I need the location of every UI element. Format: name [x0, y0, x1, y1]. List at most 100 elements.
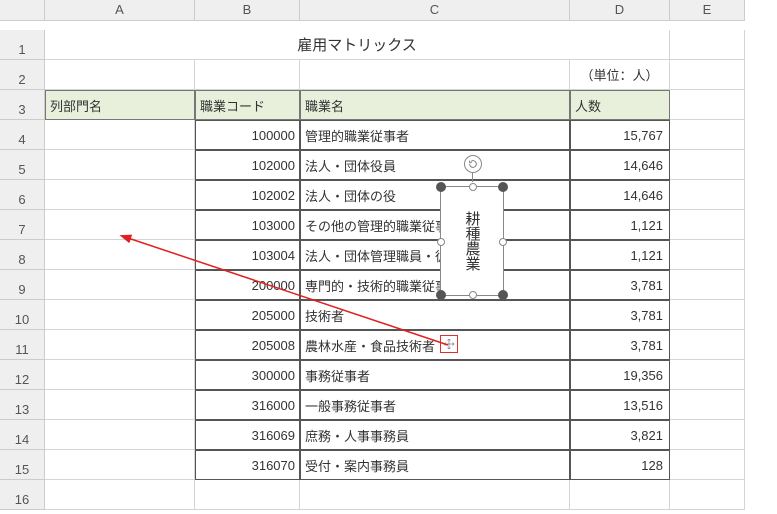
cell-E10[interactable] [670, 300, 745, 330]
cell-A7[interactable] [45, 210, 195, 240]
cell-E1[interactable] [670, 30, 745, 60]
cell-name-0[interactable]: 管理的職業従事者 [300, 120, 570, 150]
cell-B16[interactable] [195, 480, 300, 510]
cell-E12[interactable] [670, 360, 745, 390]
cell-name-8[interactable]: 事務従事者 [300, 360, 570, 390]
col-header-D[interactable]: D [570, 0, 670, 21]
cell-E11[interactable] [670, 330, 745, 360]
cell-code-2[interactable]: 102002 [195, 180, 300, 210]
cell-A6[interactable] [45, 180, 195, 210]
cell-E13[interactable] [670, 390, 745, 420]
cell-C2[interactable] [300, 60, 570, 90]
resize-handle-sw[interactable] [436, 290, 446, 300]
header-colA[interactable]: 列部門名 [45, 90, 195, 120]
row-header-5[interactable]: 5 [0, 150, 45, 180]
cell-code-3[interactable]: 103000 [195, 210, 300, 240]
cell-name-2[interactable]: 法人・団体の役 [300, 180, 570, 210]
resize-handle-w[interactable] [437, 238, 445, 246]
cell-count-7[interactable]: 3,781 [570, 330, 670, 360]
resize-handle-nw[interactable] [436, 182, 446, 192]
cell-A15[interactable] [45, 450, 195, 480]
row-header-12[interactable]: 12 [0, 360, 45, 390]
cell-name-1[interactable]: 法人・団体役員 [300, 150, 570, 180]
cell-A14[interactable] [45, 420, 195, 450]
row-header-7[interactable]: 7 [0, 210, 45, 240]
cell-code-7[interactable]: 205008 [195, 330, 300, 360]
rotate-handle-icon[interactable] [464, 155, 482, 173]
header-colD[interactable]: 人数 [570, 90, 670, 120]
cell-code-4[interactable]: 103004 [195, 240, 300, 270]
cell-A12[interactable] [45, 360, 195, 390]
title-cell[interactable]: 雇用マトリックス [45, 30, 670, 60]
resize-handle-ne[interactable] [498, 182, 508, 192]
cell-name-4[interactable]: 法人・団体管理職員・従事者 [300, 240, 570, 270]
row-header-4[interactable]: 4 [0, 120, 45, 150]
cell-A8[interactable] [45, 240, 195, 270]
cell-code-10[interactable]: 316069 [195, 420, 300, 450]
corner-cell[interactable] [0, 0, 45, 21]
cell-C16[interactable] [300, 480, 570, 510]
row-header-1[interactable]: 1 [0, 30, 45, 60]
cell-code-1[interactable]: 102000 [195, 150, 300, 180]
cell-A10[interactable] [45, 300, 195, 330]
cell-code-8[interactable]: 300000 [195, 360, 300, 390]
row-header-14[interactable]: 14 [0, 420, 45, 450]
cell-A4[interactable] [45, 120, 195, 150]
header-colC[interactable]: 職業名 [300, 90, 570, 120]
cell-count-2[interactable]: 14,646 [570, 180, 670, 210]
floating-textbox[interactable]: 耕種農業 [440, 186, 504, 296]
cell-E3[interactable] [670, 90, 745, 120]
resize-handle-se[interactable] [498, 290, 508, 300]
resize-handle-s[interactable] [469, 291, 477, 299]
resize-handle-e[interactable] [499, 238, 507, 246]
cell-count-0[interactable]: 15,767 [570, 120, 670, 150]
cell-count-11[interactable]: 128 [570, 450, 670, 480]
cell-A11[interactable] [45, 330, 195, 360]
row-header-6[interactable]: 6 [0, 180, 45, 210]
cell-E14[interactable] [670, 420, 745, 450]
cell-A16[interactable] [45, 480, 195, 510]
header-colB[interactable]: 職業コード [195, 90, 300, 120]
cell-B2[interactable] [195, 60, 300, 90]
row-header-8[interactable]: 8 [0, 240, 45, 270]
cell-count-5[interactable]: 3,781 [570, 270, 670, 300]
col-header-A[interactable]: A [45, 0, 195, 21]
cell-count-3[interactable]: 1,121 [570, 210, 670, 240]
cell-code-11[interactable]: 316070 [195, 450, 300, 480]
col-header-B[interactable]: B [195, 0, 300, 21]
row-header-9[interactable]: 9 [0, 270, 45, 300]
cell-E9[interactable] [670, 270, 745, 300]
cell-A2[interactable] [45, 60, 195, 90]
cell-code-9[interactable]: 316000 [195, 390, 300, 420]
move-cursor-marker[interactable] [440, 335, 458, 353]
cell-count-4[interactable]: 1,121 [570, 240, 670, 270]
cell-name-10[interactable]: 庶務・人事事務員 [300, 420, 570, 450]
cell-E7[interactable] [670, 210, 745, 240]
col-header-C[interactable]: C [300, 0, 570, 21]
cell-D16[interactable] [570, 480, 670, 510]
cell-A5[interactable] [45, 150, 195, 180]
row-header-16[interactable]: 16 [0, 480, 45, 510]
cell-A13[interactable] [45, 390, 195, 420]
cell-E8[interactable] [670, 240, 745, 270]
cell-code-0[interactable]: 100000 [195, 120, 300, 150]
row-header-2[interactable]: 2 [0, 60, 45, 90]
cell-code-6[interactable]: 205000 [195, 300, 300, 330]
cell-E2[interactable] [670, 60, 745, 90]
cell-name-11[interactable]: 受付・案内事務員 [300, 450, 570, 480]
spreadsheet-grid[interactable]: ABCDE 1雇用マトリックス2 （単位：人） 3列部門名職業コード職業名人数 4 100… [0, 0, 777, 510]
cell-count-9[interactable]: 13,516 [570, 390, 670, 420]
cell-name-5[interactable]: 専門的・技術的職業従事者 [300, 270, 570, 300]
resize-handle-n[interactable] [469, 183, 477, 191]
cell-E4[interactable] [670, 120, 745, 150]
cell-E16[interactable] [670, 480, 745, 510]
col-header-E[interactable]: E [670, 0, 745, 21]
cell-count-6[interactable]: 3,781 [570, 300, 670, 330]
cell-name-6[interactable]: 技術者 [300, 300, 570, 330]
row-header-10[interactable]: 10 [0, 300, 45, 330]
row-header-3[interactable]: 3 [0, 90, 45, 120]
cell-code-5[interactable]: 200000 [195, 270, 300, 300]
cell-count-10[interactable]: 3,821 [570, 420, 670, 450]
unit-cell[interactable]: （単位：人） [570, 60, 670, 90]
cell-name-7[interactable]: 農林水産・食品技術者 [300, 330, 570, 360]
